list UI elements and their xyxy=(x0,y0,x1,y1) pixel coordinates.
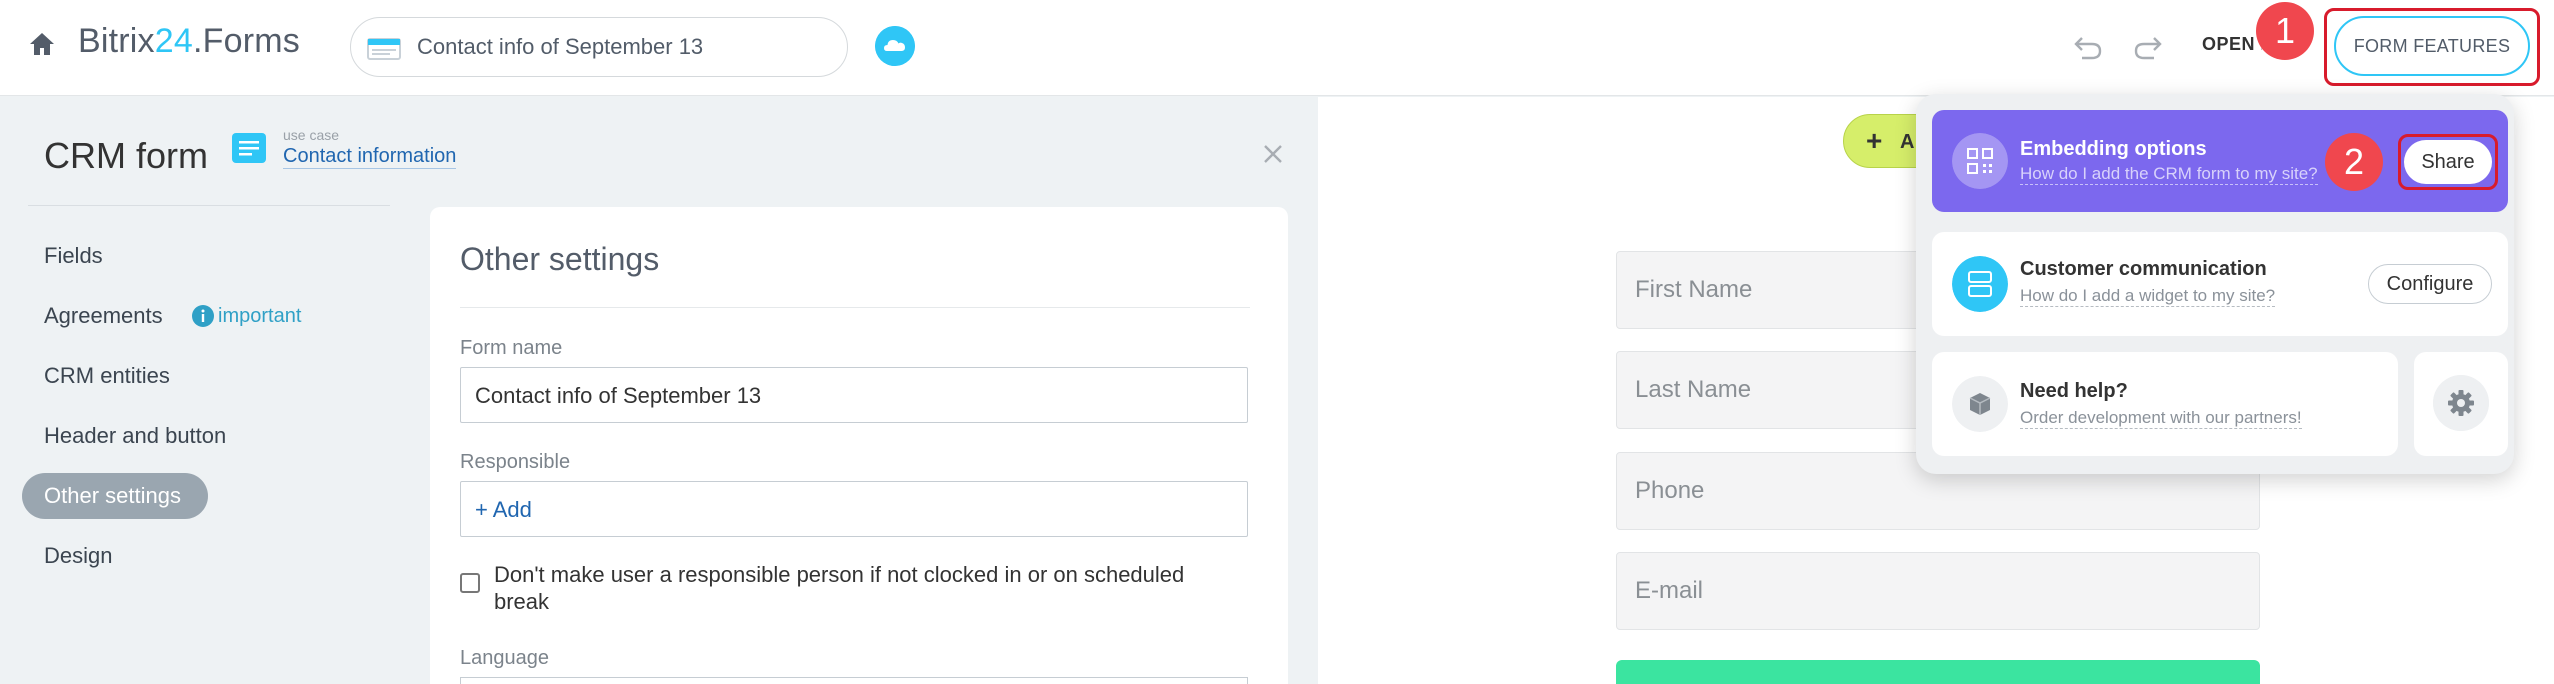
info-icon xyxy=(192,305,214,327)
responsible-field[interactable]: + Add xyxy=(460,481,1248,537)
field-placeholder: First Name xyxy=(1635,276,1753,303)
close-icon[interactable] xyxy=(1262,143,1284,165)
page-title: CRM form xyxy=(44,135,208,176)
brand-prefix: Bitrix xyxy=(78,22,155,60)
brand-number: 24 xyxy=(154,22,193,60)
field-placeholder: Phone xyxy=(1635,477,1705,504)
communication-help-link[interactable]: How do I add a widget to my site? xyxy=(2020,286,2276,307)
form-features-button[interactable]: FORM FEATURES xyxy=(2334,16,2530,76)
configure-button[interactable]: Configure xyxy=(2368,264,2492,304)
app-logo: Bitrix24.Forms xyxy=(78,22,300,61)
use-case-link[interactable]: Contact information xyxy=(283,145,457,169)
sidebar-item-fields[interactable]: Fields xyxy=(44,243,103,269)
field-placeholder: E-mail xyxy=(1635,577,1704,604)
box-icon xyxy=(1952,376,2008,432)
checkbox-label: Don't make user a responsible person if … xyxy=(494,562,1185,614)
preview-field-email[interactable]: E-mail xyxy=(1616,552,2260,630)
sidebar-item-agreements[interactable]: Agreements xyxy=(44,303,163,329)
add-field-label: A xyxy=(1900,131,1915,153)
partners-link[interactable]: Order development with our partners! xyxy=(2020,408,2302,429)
widget-icon xyxy=(1952,256,2008,312)
sidebar-item-crm-entities[interactable]: CRM entities xyxy=(44,363,170,389)
home-icon[interactable] xyxy=(28,30,56,58)
section-title: Other settings xyxy=(460,241,660,277)
step-1-badge: 1 xyxy=(2256,2,2314,60)
cloud-save-icon[interactable] xyxy=(875,26,915,66)
form-title-input[interactable]: Contact info of September 13 xyxy=(350,17,848,77)
form-name-input[interactable]: Contact info of September 13 xyxy=(460,367,1248,423)
sidebar-item-design[interactable]: Design xyxy=(44,543,112,569)
form-title-text: Contact info of September 13 xyxy=(417,34,704,59)
top-bar: Bitrix24.Forms Contact info of September… xyxy=(0,0,2554,96)
sidebar-item-other-settings[interactable]: Other settings xyxy=(44,483,181,509)
need-help-title: Need help? xyxy=(2020,380,2128,402)
qr-code-icon xyxy=(1952,133,2008,189)
plus-icon: + xyxy=(1866,125,1883,156)
step-2-badge: 2 xyxy=(2325,133,2383,191)
responsible-label: Responsible xyxy=(460,451,571,473)
important-tag[interactable]: important xyxy=(218,305,301,328)
form-name-label: Form name xyxy=(460,337,563,359)
sidebar-item-header-and-button[interactable]: Header and button xyxy=(44,423,226,449)
form-doc-icon xyxy=(367,38,401,60)
redo-icon[interactable] xyxy=(2132,32,2164,62)
need-help-item[interactable]: Need help? Order development with our pa… xyxy=(1932,352,2398,456)
sidebar-divider xyxy=(28,205,390,206)
communication-title: Customer communication xyxy=(2020,258,2267,280)
embedding-help-link[interactable]: How do I add the CRM form to my site? xyxy=(2020,164,2318,185)
language-select[interactable] xyxy=(460,677,1248,684)
submit-button[interactable] xyxy=(1616,660,2260,684)
share-button[interactable]: Share xyxy=(2404,140,2492,184)
field-placeholder: Last Name xyxy=(1635,376,1752,403)
use-case-caption: use case xyxy=(283,127,340,143)
not-clocked-in-checkbox[interactable] xyxy=(460,573,480,593)
open-form-link[interactable]: OPEN F xyxy=(2202,34,2262,55)
form-name-value: Contact info of September 13 xyxy=(475,383,762,408)
use-case-icon xyxy=(232,133,266,163)
undo-icon[interactable] xyxy=(2072,32,2104,62)
gear-icon[interactable] xyxy=(2433,375,2489,431)
embedding-title: Embedding options xyxy=(2020,138,2207,160)
other-settings-card: Other settings Form name Contact info of… xyxy=(430,207,1288,684)
settings-panel: CRM form use case Contact information Fi… xyxy=(0,97,1318,684)
add-responsible-link[interactable]: + Add xyxy=(475,497,532,523)
brand-suffix: .Forms xyxy=(192,22,300,60)
section-divider xyxy=(460,307,1250,308)
language-label: Language xyxy=(460,647,549,669)
